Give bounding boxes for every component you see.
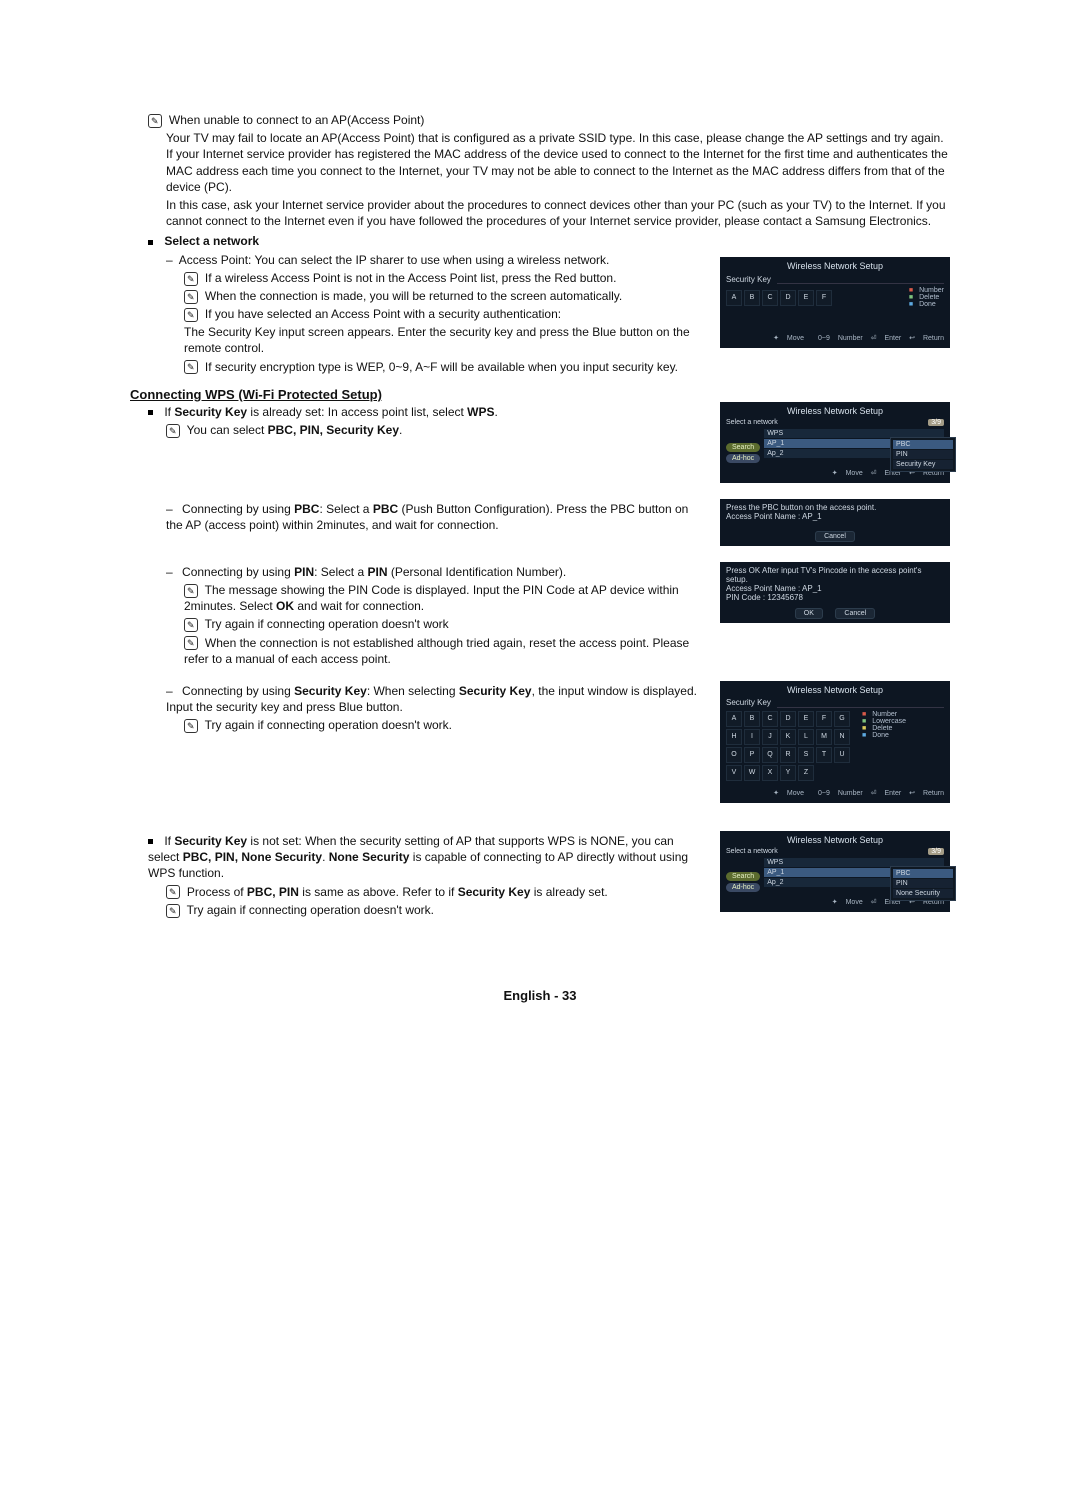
sn-note1-text: If a wireless Access Point is not in the… bbox=[205, 271, 617, 285]
cancel-button: Cancel bbox=[815, 531, 855, 542]
opt-sk: Security Key bbox=[893, 460, 953, 469]
select-network-heading: Select a network bbox=[148, 233, 708, 249]
key: E bbox=[798, 290, 814, 306]
wps-popout: PBC PIN Security Key bbox=[890, 437, 956, 472]
pin-msg: Press OK After input TV's Pincode in the… bbox=[726, 566, 944, 584]
opt-none: None Security bbox=[893, 889, 953, 898]
sn-note3: ✎ If you have selected an Access Point w… bbox=[184, 306, 708, 322]
mock-title: Wireless Network Setup bbox=[726, 406, 944, 416]
apname: Access Point Name : AP_1 bbox=[726, 584, 944, 593]
mock-ap-list-wps: Wireless Network Setup Select a network … bbox=[720, 402, 950, 483]
pin-note2: ✎ Try again if connecting operation does… bbox=[184, 616, 708, 632]
sk-label: Security Key bbox=[726, 275, 771, 284]
adhoc-pill: Ad-hoc bbox=[726, 454, 760, 463]
mock-footer: ✦ Move 0~9 Number ⏎ Enter ↩ Return bbox=[726, 334, 944, 342]
sk-input-line bbox=[777, 698, 944, 708]
note-icon: ✎ bbox=[166, 424, 180, 438]
ok-button: OK bbox=[795, 608, 823, 619]
notset-n1: ✎ Process of PBC, PIN is same as above. … bbox=[166, 884, 708, 900]
wps-intro: If Security Key is already set: In acces… bbox=[148, 404, 708, 420]
sk-input-line bbox=[777, 274, 944, 284]
note-icon: ✎ bbox=[166, 904, 180, 918]
note-icon: ✎ bbox=[166, 885, 180, 899]
mock-pin-code: Press OK After input TV's Pincode in the… bbox=[720, 562, 950, 623]
note-icon: ✎ bbox=[148, 114, 162, 128]
adhoc-pill: Ad-hoc bbox=[726, 883, 760, 892]
unable-title: When unable to connect to an AP(Access P… bbox=[169, 113, 424, 127]
select-network-title: Select a network bbox=[164, 234, 259, 248]
pin-note3: ✎ When the connection is not established… bbox=[184, 635, 708, 667]
ap-item-selected: AP_1 PBC PIN None Security bbox=[764, 868, 944, 877]
note-icon: ✎ bbox=[184, 290, 198, 304]
note-icon: ✎ bbox=[184, 360, 198, 374]
select-net-label: Select a network bbox=[726, 419, 778, 426]
wps-popout: PBC PIN None Security bbox=[890, 866, 956, 901]
unable-para2: In this case, ask your Internet service … bbox=[166, 197, 950, 229]
legend-delete: Delete bbox=[919, 294, 939, 301]
mock-pbc-press: Press the PBC button on the access point… bbox=[720, 499, 950, 546]
pin-note1: ✎ The message showing the PIN Code is di… bbox=[184, 582, 708, 614]
sn-note3a-text: If you have selected an Access Point wit… bbox=[205, 307, 561, 321]
pbc-line: Connecting by using PBC: Select a PBC (P… bbox=[166, 501, 708, 533]
ap-line: Access Point: You can select the IP shar… bbox=[166, 252, 708, 268]
search-pill: Search bbox=[726, 872, 760, 881]
sn-note2: ✎ When the connection is made, you will … bbox=[184, 288, 708, 304]
key: C bbox=[762, 290, 778, 306]
opt-pbc: PBC bbox=[893, 440, 953, 449]
note-icon: ✎ bbox=[184, 584, 198, 598]
key-row: A B C D E F ■ Number ■ Delete ■ Done bbox=[726, 287, 944, 308]
count-badge: 3/9 bbox=[928, 419, 944, 426]
count-badge: 3/9 bbox=[928, 848, 944, 855]
opt-pbc: PBC bbox=[893, 869, 953, 878]
legend-done: Done bbox=[919, 301, 936, 308]
note-icon: ✎ bbox=[184, 272, 198, 286]
mock-footer: ✦ Move 0~9 Number ⏎ Enter ↩ Return bbox=[726, 789, 944, 797]
sk-note1: ✎ Try again if connecting operation does… bbox=[184, 717, 708, 733]
search-pill: Search bbox=[726, 443, 760, 452]
mock-title: Wireless Network Setup bbox=[726, 835, 944, 845]
key: B bbox=[744, 290, 760, 306]
note-icon: ✎ bbox=[184, 308, 198, 322]
sn-note2-text: When the connection is made, you will be… bbox=[205, 289, 622, 303]
note-icon: ✎ bbox=[184, 719, 198, 733]
keyboard: ABCDEFG HIJKLMN OPQRSTU VWXYZ bbox=[726, 711, 850, 783]
key: F bbox=[816, 290, 832, 306]
sn-note4: ✎ If security encryption type is WEP, 0~… bbox=[184, 359, 708, 375]
mock-title: Wireless Network Setup bbox=[726, 685, 944, 695]
opt-pin: PIN bbox=[893, 450, 953, 459]
key: A bbox=[726, 290, 742, 306]
select-net-label: Select a network bbox=[726, 848, 778, 855]
sn-note1: ✎ If a wireless Access Point is not in t… bbox=[184, 270, 708, 286]
notset-n2: ✎ Try again if connecting operation does… bbox=[166, 902, 708, 918]
opt-pin: PIN bbox=[893, 879, 953, 888]
pin-code: PIN Code : 12345678 bbox=[726, 593, 944, 602]
sk-label: Security Key bbox=[726, 698, 771, 707]
unable-para1: Your TV may fail to locate an AP(Access … bbox=[166, 130, 950, 195]
note-unable-ap: ✎ When unable to connect to an AP(Access… bbox=[148, 112, 950, 128]
pbc-msg: Press the PBC button on the access point… bbox=[726, 503, 944, 512]
ap-item-selected: AP_1 PBC PIN Security Key bbox=[764, 439, 944, 448]
pin-line: Connecting by using PIN: Select a PIN (P… bbox=[166, 564, 708, 580]
sn-note3b: The Security Key input screen appears. E… bbox=[184, 324, 708, 356]
mock-ap-list-none: Wireless Network Setup Select a network … bbox=[720, 831, 950, 912]
mock-security-key-full: Wireless Network Setup Security Key ABCD… bbox=[720, 681, 950, 803]
notset-line: If Security Key is not set: When the sec… bbox=[148, 833, 708, 882]
mock-security-key-hex: Wireless Network Setup Security Key A B … bbox=[720, 257, 950, 348]
legend-number: Number bbox=[919, 287, 944, 294]
sk-line: Connecting by using Security Key: When s… bbox=[166, 683, 708, 715]
key: D bbox=[780, 290, 796, 306]
note-icon: ✎ bbox=[184, 636, 198, 650]
apname: Access Point Name : AP_1 bbox=[726, 512, 944, 521]
wps-heading: Connecting WPS (Wi-Fi Protected Setup) bbox=[130, 387, 950, 402]
page-footer: English - 33 bbox=[130, 988, 950, 1003]
mock-title: Wireless Network Setup bbox=[726, 261, 944, 271]
cancel-button: Cancel bbox=[835, 608, 875, 619]
wps-note-select: ✎ You can select PBC, PIN, Security Key. bbox=[166, 422, 708, 438]
sn-note4-text: If security encryption type is WEP, 0~9,… bbox=[205, 360, 678, 374]
note-icon: ✎ bbox=[184, 618, 198, 632]
